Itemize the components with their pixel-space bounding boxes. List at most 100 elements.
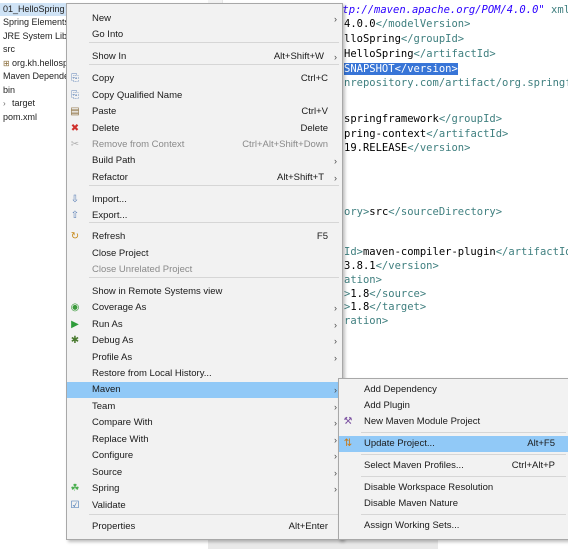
chevron-right-icon: › [334,484,337,494]
submenu-item-new-maven-module-project[interactable]: ⚒ New Maven Module Project [339,414,568,430]
menu-item-team[interactable]: Team › [67,399,342,415]
menu-item-properties[interactable]: Properties Alt+Enter [67,519,342,535]
submenu-item-add-dependency[interactable]: Add Dependency [339,382,568,398]
chevron-right-icon: › [334,385,337,395]
menu-item-build-path[interactable]: Build Path › [67,153,342,169]
chevron-right-icon: › [334,451,337,461]
tree-item-label: target [12,98,36,108]
menu-item-label: Properties [92,521,136,532]
tree-item[interactable]: pom.xml [3,111,37,124]
chevron-right-icon: › [334,173,337,183]
menu-item-shortcut: Delete [300,123,328,134]
tree-item[interactable]: JRE System Library [3,30,66,43]
menu-item-shortcut: Alt+Shift+W [273,51,324,62]
menu-item-run-as[interactable]: ▶ Run As › [67,317,342,333]
code-token: 1.8 [350,288,370,300]
menu-separator [361,432,566,433]
menu-separator [89,64,339,65]
tree-item-label: Maven Dependencies [3,71,66,81]
menu-item-paste[interactable]: ▤ Paste Ctrl+V [67,104,342,120]
menu-item-maven[interactable]: Maven › [67,382,342,398]
menu-item-label: Delete [92,123,120,134]
menu-item-validate[interactable]: ☑ Validate [67,498,342,514]
menu-item-new[interactable]: New › [67,11,342,27]
menu-item-show-in-remote-systems-view[interactable]: Show in Remote Systems view [67,284,342,300]
submenu-item-update-project[interactable]: ⇅ Update Project... Alt+F5 [339,436,568,452]
chevron-right-icon: › [334,402,337,412]
submenu-item-label: Add Plugin [364,400,410,411]
menu-item-label: Show in Remote Systems view [92,286,223,297]
menu-item-compare-with[interactable]: Compare With › [67,415,342,431]
validate-icon: ☑ [70,500,80,511]
menu-item-replace-with[interactable]: Replace With › [67,432,342,448]
menu-separator [361,454,566,455]
submenu-item-add-plugin[interactable]: Add Plugin [339,398,568,414]
tree-item-label: Spring Elements [3,17,66,27]
menu-item-configure[interactable]: Configure › [67,448,342,464]
menu-item-label: Show In [92,51,127,62]
code-token: </artifactId> [426,128,509,140]
menu-item-label: Close Project [92,248,149,259]
menu-item-label: Go Into [92,29,124,40]
menu-separator [89,42,339,43]
menu-item-refactor[interactable]: Refactor Alt+Shift+T › [67,170,342,186]
menu-item-restore-from-local-history[interactable]: Restore from Local History... [67,366,342,382]
chevron-right-icon: › [334,468,337,478]
menu-item-label: Copy [92,73,115,84]
code-line: HelloSpring</artifactId> [344,47,496,61]
code-line: Id>maven-compiler-plugin</artifactId> [344,245,568,259]
menu-item-label: Coverage As [92,302,147,313]
tree-item[interactable]: Maven Dependencies [3,70,66,83]
code-token: ation> [344,274,382,286]
menu-item-copy[interactable]: ⎘ Copy Ctrl+C [67,71,342,87]
menu-separator [89,185,339,186]
submenu-item-assign-working-sets[interactable]: Assign Working Sets... [339,518,568,534]
menu-item-close-project[interactable]: Close Project [67,246,342,262]
code-token: 3.8.1 [344,260,376,272]
menu-item-go-into[interactable]: Go Into [67,27,342,43]
chevron-right-icon: › [334,320,337,330]
project-explorer: 01_HelloSpring [Study_home master] Spring… [0,0,66,549]
menu-item-debug-as[interactable]: ✱ Debug As › [67,333,342,349]
menu-item-delete[interactable]: ✖ Delete Delete [67,121,342,137]
menu-item-import[interactable]: ⇩ Import... [67,192,342,208]
tree-item[interactable]: Spring Elements [3,16,66,29]
menu-item-copy-qualified-name[interactable]: ⎘ Copy Qualified Name [67,88,342,104]
menu-item-profile-as[interactable]: Profile As › [67,350,342,366]
chevron-right-icon: › [334,303,337,313]
remove-context-icon: ✂ [70,139,80,150]
menu-item-show-in[interactable]: Show In Alt+Shift+W › [67,49,342,65]
submenu-item-label: New Maven Module Project [364,416,481,427]
menu-item-label: Profile As [92,352,133,363]
menu-item-shortcut: Alt+Enter [288,521,328,532]
submenu-item-disable-maven-nature[interactable]: Disable Maven Nature [339,496,568,512]
menu-item-label: Maven [92,384,121,395]
paste-icon: ▤ [70,106,80,117]
menu-item-label: Copy Qualified Name [92,90,183,101]
tree-item[interactable]: src [3,43,15,56]
code-line: 3.8.1</version> [344,259,439,273]
menu-item-shortcut: F5 [316,231,328,242]
tree-item[interactable]: bin [3,84,15,97]
menu-separator [89,277,339,278]
export-icon: ⇧ [70,210,80,221]
code-token: </sourceDirectory> [388,206,503,218]
submenu-item-disable-workspace-resolution[interactable]: Disable Workspace Resolution [339,480,568,496]
tree-item-label: JRE System Library [3,31,66,41]
code-token: Id> [344,246,363,258]
menu-item-label: New [92,13,112,24]
code-line: ation> [344,273,382,287]
menu-item-coverage-as[interactable]: ◉ Coverage As › [67,300,342,316]
tree-item[interactable]: ⊞org.kh.hellospring [3,57,66,70]
package-icon: ⊞ [3,59,10,68]
menu-item-label: Compare With [92,417,153,428]
submenu-item-select-maven-profiles[interactable]: Select Maven Profiles... Ctrl+Alt+P [339,458,568,474]
tree-item[interactable]: 01_HelloSpring [Study_home master] [0,3,66,16]
menu-item-label: Replace With [92,434,149,445]
tree-item[interactable]: › target [3,97,35,110]
menu-item-label: Spring [92,483,120,494]
menu-item-source[interactable]: Source › [67,465,342,481]
menu-item-spring[interactable]: ☘ Spring › [67,481,342,497]
menu-item-close-unrelated-project: Close Unrelated Project [67,262,342,278]
menu-item-refresh[interactable]: ↻ Refresh F5 [67,229,342,245]
